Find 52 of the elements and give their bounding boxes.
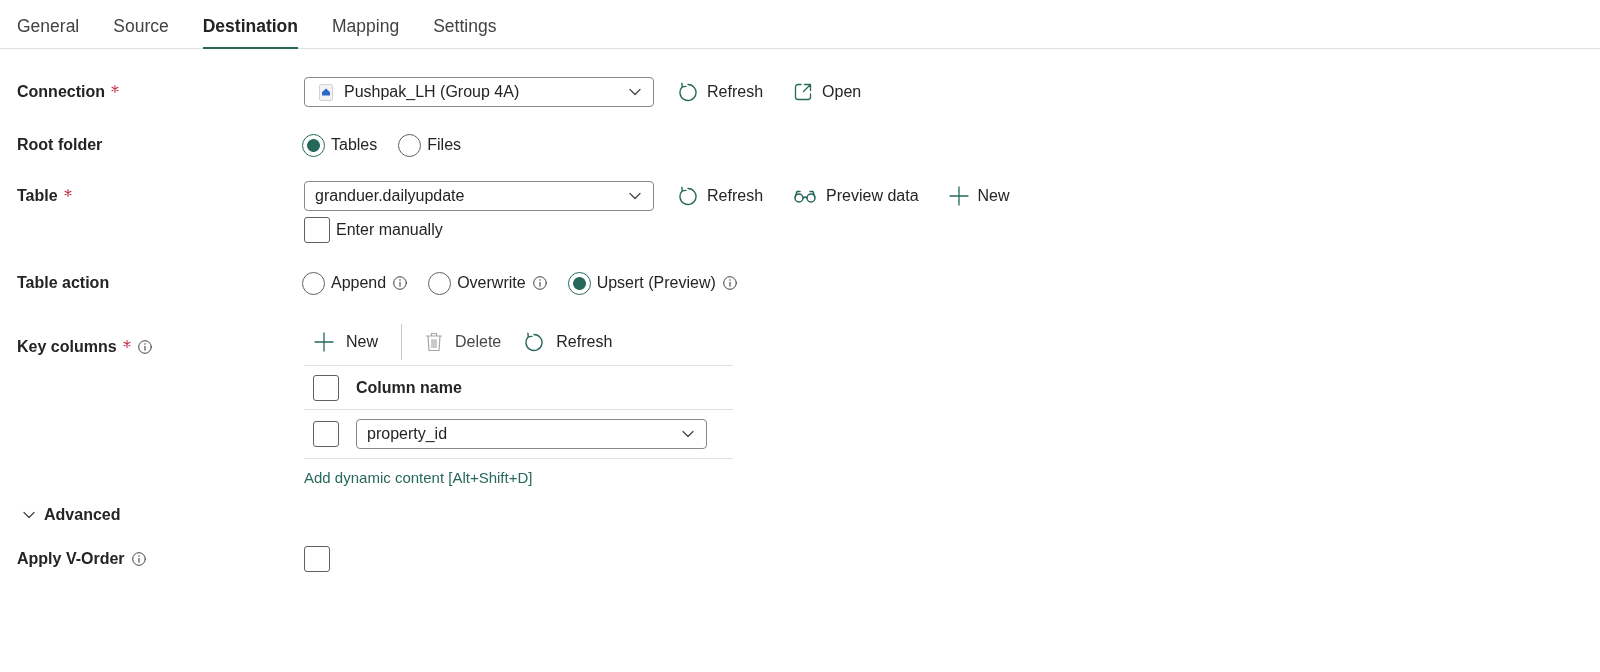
refresh-button[interactable]: Refresh — [678, 181, 764, 211]
tab[interactable]: Mapping — [332, 0, 400, 49]
chevron-down-icon — [629, 88, 641, 96]
radio-button[interactable] — [428, 271, 452, 295]
chevron-down-icon — [629, 192, 641, 200]
tab[interactable]: Source — [113, 0, 169, 49]
field-label: Apply V-Order — [17, 550, 125, 568]
table-dropdown[interactable]: granduer.dailyupdate — [304, 181, 654, 211]
open-button[interactable]: Open — [793, 77, 862, 107]
chevron-down-icon — [23, 511, 35, 519]
radio-label[interactable]: Upsert (Preview) — [596, 274, 716, 292]
field-label: Key columns — [17, 338, 117, 356]
refresh-icon — [524, 332, 545, 352]
tab[interactable]: Settings — [433, 0, 497, 49]
radio-label[interactable]: Files — [427, 136, 462, 154]
dynamic-content-link[interactable]: Add dynamic content [Alt+Shift+D] — [304, 468, 533, 488]
new-button[interactable]: New — [948, 181, 1010, 211]
field-label: Root folder — [17, 136, 103, 154]
field-label: Table action — [17, 274, 110, 292]
checkbox[interactable] — [304, 546, 330, 572]
trash-icon — [425, 332, 443, 352]
glasses-icon — [793, 189, 818, 203]
connection-dropdown[interactable]: Pushpak_LH (Group 4A) — [304, 77, 654, 107]
checkbox[interactable] — [304, 216, 330, 243]
field-label: Connection — [17, 83, 105, 101]
tab[interactable]: Destination — [202, 0, 298, 49]
plus-icon — [314, 332, 334, 352]
refresh-icon — [678, 186, 698, 206]
advanced-toggle[interactable]: Advanced — [17, 502, 121, 528]
preview-data-button[interactable]: Preview data — [793, 181, 919, 211]
refresh-icon — [678, 82, 698, 102]
radio-button[interactable] — [302, 271, 325, 295]
refresh-button[interactable]: Refresh — [678, 77, 764, 107]
column-header: Column name — [356, 378, 462, 397]
checkbox-label[interactable]: Enter manually — [336, 220, 443, 239]
refresh-button[interactable]: Refresh — [524, 324, 613, 360]
open-external-icon — [793, 82, 814, 102]
radio-label[interactable]: Append — [331, 274, 387, 292]
chevron-down-icon — [682, 430, 694, 438]
radio-label[interactable]: Tables — [331, 136, 378, 154]
new-button[interactable]: New — [314, 324, 378, 360]
radio-button[interactable] — [567, 271, 591, 295]
field-label: Table — [17, 187, 58, 205]
plus-icon — [948, 186, 969, 206]
checkbox[interactable] — [313, 421, 339, 447]
radio-button[interactable] — [398, 133, 422, 157]
house-icon — [319, 83, 333, 101]
column-dropdown[interactable]: property_id — [356, 419, 707, 449]
radio-button[interactable] — [302, 133, 325, 157]
tab[interactable]: General — [17, 0, 80, 49]
radio-label[interactable]: Overwrite — [457, 274, 526, 292]
checkbox[interactable] — [313, 374, 339, 401]
